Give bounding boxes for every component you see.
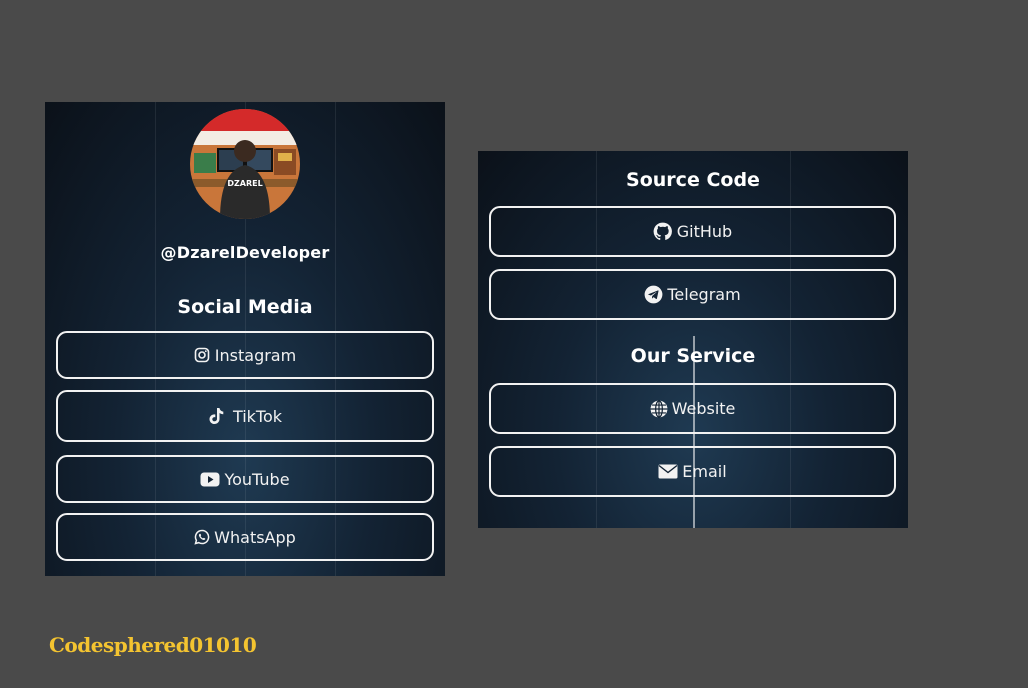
envelope-icon: [658, 464, 678, 479]
tiktok-label: TikTok: [232, 406, 283, 426]
profile-handle: @DzarelDeveloper: [160, 243, 330, 262]
youtube-button[interactable]: YouTube: [56, 455, 434, 503]
telegram-icon: [644, 285, 663, 304]
social-media-title: Social Media: [177, 296, 313, 318]
website-label: Website: [671, 399, 736, 418]
avatar: DZAREL: [190, 109, 300, 219]
github-icon: [653, 222, 672, 241]
youtube-icon: [200, 472, 220, 487]
globe-icon: [650, 399, 668, 418]
our-service-title: Our Service: [630, 345, 756, 367]
website-button[interactable]: Website: [489, 383, 896, 434]
watermark-text: Codesphered01010: [49, 633, 257, 657]
profile-card: DZAREL @DzarelDeveloper Social Media Ins…: [45, 102, 445, 576]
whatsapp-label: WhatsApp: [214, 527, 296, 547]
source-code-title: Source Code: [626, 169, 760, 191]
youtube-label: YouTube: [224, 469, 290, 489]
whatsapp-icon: [194, 529, 210, 545]
links-card: Source Code GitHub Telegram Our Service …: [478, 151, 908, 528]
instagram-icon: [194, 347, 210, 363]
instagram-label: Instagram: [214, 345, 297, 365]
whatsapp-button[interactable]: WhatsApp: [56, 513, 434, 561]
tiktok-button[interactable]: TikTok: [56, 390, 434, 442]
instagram-button[interactable]: Instagram: [56, 331, 434, 379]
email-button[interactable]: Email: [489, 446, 896, 497]
telegram-button[interactable]: Telegram: [489, 269, 896, 320]
telegram-label: Telegram: [667, 285, 741, 304]
email-label: Email: [682, 462, 727, 481]
tiktok-icon: [208, 407, 224, 425]
avatar-shirt-text: DZAREL: [227, 179, 262, 188]
github-button[interactable]: GitHub: [489, 206, 896, 257]
github-label: GitHub: [676, 222, 733, 241]
